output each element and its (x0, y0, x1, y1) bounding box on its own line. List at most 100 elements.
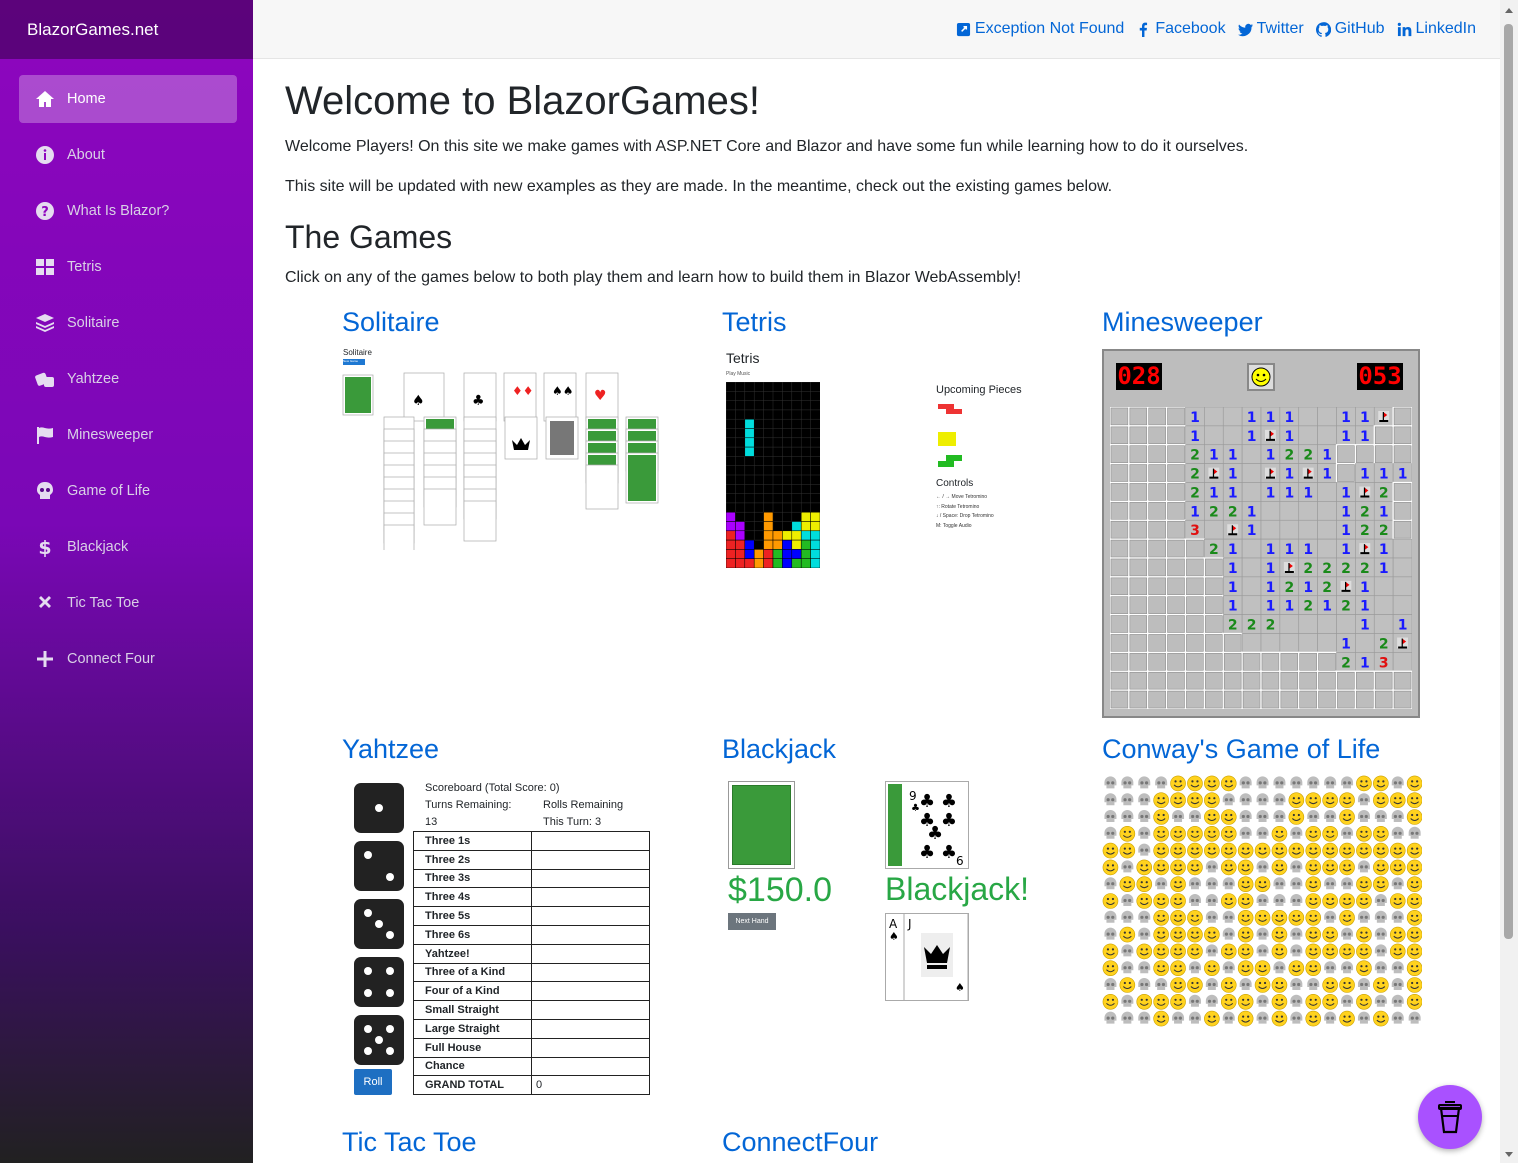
nav-item-about[interactable]: About (19, 131, 237, 179)
score-row: Three 3s (413, 868, 650, 889)
score-value (531, 868, 650, 889)
solitaire-thumbnail[interactable]: Solitaire New Game ♠ ♣ ♦♦ ♠♠ ♥ (340, 345, 662, 550)
game-link-minesweeper[interactable]: Minesweeper (1102, 307, 1263, 338)
svg-text:$: $ (38, 537, 51, 557)
nav-item-yahtzee[interactable]: Yahtzee (19, 355, 237, 403)
svg-text:1: 1 (1228, 542, 1238, 558)
tetris-controls-label: Controls (936, 478, 974, 489)
game-link-yahtzee[interactable]: Yahtzee (342, 734, 439, 765)
smiley-face-icon[interactable] (1247, 363, 1275, 391)
github-icon (1315, 21, 1331, 37)
linkedin-icon (1397, 22, 1411, 36)
tetris-thumbnail[interactable]: Tetris Play Music Upcoming Pieces Contro… (722, 345, 1042, 570)
next-hand-button: Next Hand (728, 913, 776, 930)
page-scrollbar[interactable] (1500, 0, 1518, 1163)
nav-item-tetris[interactable]: Tetris (19, 243, 237, 291)
svg-text:2: 2 (1284, 580, 1294, 596)
info-icon (36, 146, 54, 164)
svg-text:1: 1 (1190, 504, 1200, 520)
score-value (531, 1000, 650, 1020)
svg-text:2: 2 (1322, 580, 1332, 596)
games-intro: Click on any of the games below to both … (285, 269, 1022, 286)
home-icon (36, 91, 54, 107)
nav-item-connect-four[interactable]: Connect Four (19, 635, 237, 683)
svg-text:1: 1 (1360, 429, 1370, 445)
brand-title[interactable]: BlazorGames.net (0, 0, 253, 59)
svg-text:2: 2 (1247, 618, 1257, 634)
nav-item-solitaire[interactable]: Solitaire (19, 299, 237, 347)
skull-icon (37, 482, 53, 499)
nav-label: About (67, 147, 105, 163)
game-of-life-thumbnail[interactable] (1100, 773, 1422, 1028)
link-twitter[interactable]: Twitter (1237, 20, 1304, 38)
svg-text:1: 1 (1247, 429, 1257, 445)
scroll-down-arrow-icon[interactable] (1505, 1152, 1513, 1157)
svg-text:1: 1 (1360, 410, 1370, 426)
scroll-up-arrow-icon[interactable] (1505, 8, 1513, 13)
svg-text:1: 1 (1398, 467, 1408, 483)
nav-label: Blackjack (67, 539, 129, 555)
link-facebook[interactable]: Facebook (1136, 20, 1226, 38)
link-exception-not-found[interactable]: Exception Not Found (956, 20, 1124, 38)
link-github[interactable]: GitHub (1315, 20, 1385, 38)
facebook-icon (1140, 22, 1148, 37)
svg-text:1: 1 (1360, 618, 1370, 634)
svg-text:1: 1 (1341, 523, 1351, 539)
tetris-board (726, 382, 820, 568)
score-label: Four of a Kind (413, 981, 532, 1002)
nav-item-home[interactable]: Home (19, 75, 237, 123)
svg-text:1: 1 (1247, 410, 1257, 426)
svg-text:1: 1 (1379, 504, 1389, 520)
scrollbar-thumb[interactable] (1504, 24, 1513, 939)
svg-text:1: 1 (1303, 542, 1313, 558)
game-link-solitaire[interactable]: Solitaire (342, 307, 440, 338)
game-link-connect-four[interactable]: ConnectFour (722, 1127, 878, 1158)
score-value (531, 1018, 650, 1039)
svg-text:1: 1 (1266, 580, 1276, 596)
ace-jack-cards: A♠J♠ (885, 913, 969, 1001)
update-text: This site will be updated with new examp… (285, 178, 1113, 195)
nav-item-minesweeper[interactable]: Minesweeper (19, 411, 237, 459)
nav-item-blackjack[interactable]: $ Blackjack (19, 523, 237, 571)
timer-display: 053 (1357, 362, 1403, 390)
svg-text:1: 1 (1228, 467, 1238, 483)
page-title: Welcome to BlazorGames! (285, 79, 760, 123)
link-linkedin[interactable]: LinkedIn (1397, 20, 1476, 38)
svg-text:2: 2 (1266, 618, 1276, 634)
score-row: Full House (413, 1037, 650, 1058)
nav-item-what-is-blazor[interactable]: ? What Is Blazor? (19, 187, 237, 235)
game-link-tic-tac-toe[interactable]: Tic Tac Toe (342, 1127, 477, 1158)
svg-text:1: 1 (1284, 599, 1294, 615)
buy-me-a-coffee-button[interactable] (1418, 1085, 1482, 1149)
nav-item-tic-tac-toe[interactable]: Tic Tac Toe (19, 579, 237, 627)
score-label: Three 6s (413, 924, 532, 945)
tetris-controls-list: ← / → Move Tetromino ↑: Rotate Tetromino… (936, 493, 994, 531)
main-content: Welcome to BlazorGames! Welcome Players!… (285, 75, 1485, 289)
game-link-game-of-life[interactable]: Conway's Game of Life (1102, 734, 1380, 765)
dealer-card-back (728, 781, 795, 869)
svg-text:2: 2 (1360, 504, 1370, 520)
svg-text:1: 1 (1228, 448, 1238, 464)
blackjack-thumbnail[interactable]: $150.0 Next Hand 9 ♣ ♣ ♣ ♣ ♣ ♣ ♣ ♣ 6 Blackjack… (722, 775, 1042, 1010)
yahtzee-thumbnail[interactable]: Roll Scoreboard (Total Score: 0) Turns R… (340, 775, 660, 1105)
die-icon (354, 783, 404, 833)
tetris-control-line: ↑: Rotate Tetromino (936, 503, 980, 510)
svg-text:1: 1 (1379, 542, 1389, 558)
solitaire-board: ♠ ♣ ♦♦ ♠♠ ♥ (342, 372, 659, 550)
game-link-blackjack[interactable]: Blackjack (722, 734, 836, 765)
link-label: GitHub (1334, 20, 1385, 37)
svg-text:2: 2 (1303, 599, 1313, 615)
link-label: Exception Not Found (974, 20, 1125, 37)
minesweeper-thumbnail[interactable]: 028 053 11111111111211122121111112111111… (1102, 349, 1420, 718)
nav-label: What Is Blazor? (67, 203, 170, 219)
svg-text:2: 2 (1228, 618, 1238, 634)
svg-text:1: 1 (1322, 448, 1332, 464)
nav-item-game-of-life[interactable]: Game of Life (19, 467, 237, 515)
flag-icon (37, 427, 53, 444)
score-value (531, 924, 650, 945)
tetris-control-line: ← / → Move Tetromino (936, 494, 988, 500)
link-label: Twitter (1256, 20, 1304, 37)
svg-text:1: 1 (1247, 523, 1257, 539)
svg-text:2: 2 (1341, 655, 1351, 671)
game-link-tetris[interactable]: Tetris (722, 307, 787, 338)
